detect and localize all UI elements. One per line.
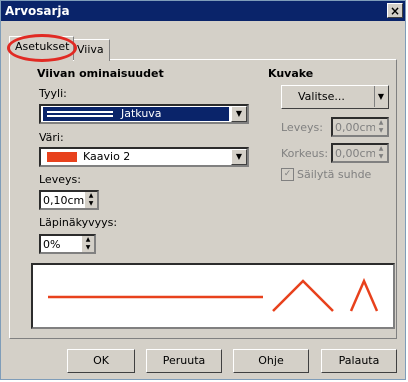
style-label: Tyyli: [39, 87, 67, 100]
spinner-arrows-icon[interactable]: ▲ ▼ [375, 145, 387, 161]
transparency-value: 0% [43, 238, 61, 251]
title-bar: Arvosarja × [1, 1, 405, 21]
ok-button[interactable]: OK [67, 349, 135, 373]
color-selected-item: Kaavio 2 [43, 150, 229, 164]
color-value: Kaavio 2 [83, 150, 131, 163]
select-label: Valitse... [298, 90, 345, 103]
keep-ratio-label: Säilytä suhde [297, 168, 372, 181]
color-label: Väri: [39, 131, 64, 144]
cancel-button[interactable]: Peruuta [146, 349, 222, 373]
icon-height-spinner[interactable]: 0,00cm ▲ ▼ [331, 143, 389, 163]
icon-height-value: 0,00cm [335, 147, 377, 160]
dialog-window: Arvosarja × Viiva Asetukset Viivan omina… [0, 0, 406, 380]
transparency-spinner[interactable]: 0% ▲ ▼ [39, 234, 96, 254]
spinner-arrows-icon[interactable]: ▲ ▼ [85, 192, 97, 208]
color-select[interactable]: Kaavio 2 ▼ [39, 147, 249, 167]
width-value: 0,10cm [43, 194, 85, 207]
icon-width-value: 0,00cm [335, 121, 377, 134]
select-icon-button[interactable]: Valitse... ▼ [281, 85, 389, 109]
keep-ratio-checkbox[interactable]: ✓ [281, 168, 294, 181]
style-select[interactable]: Jatkuva ▼ [39, 104, 249, 124]
line-properties-heading: Viivan ominaisuudet [37, 67, 164, 80]
icon-width-label: Leveys: [281, 121, 323, 134]
ok-label: OK [93, 354, 109, 367]
icon-heading: Kuvake [268, 67, 314, 80]
width-spinner[interactable]: 0,10cm ▲ ▼ [39, 190, 99, 210]
width-label: Leveys: [39, 173, 81, 186]
spinner-arrows-icon[interactable]: ▲ ▼ [375, 119, 387, 135]
chevron-down-icon[interactable]: ▼ [231, 149, 247, 165]
color-swatch [47, 152, 77, 162]
line-style-icon [47, 111, 113, 117]
dialog-title: Arvosarja [5, 4, 70, 18]
icon-height-label: Korkeus: [281, 147, 329, 160]
reset-button[interactable]: Palauta [321, 349, 397, 373]
spinner-arrows-icon[interactable]: ▲ ▼ [82, 236, 94, 252]
icon-width-spinner[interactable]: 0,00cm ▲ ▼ [331, 117, 389, 137]
chevron-down-icon[interactable]: ▼ [373, 86, 384, 107]
line-preview [31, 263, 395, 329]
style-value: Jatkuva [121, 107, 162, 120]
transparency-label: Läpinäkyvyys: [39, 216, 118, 229]
reset-label: Palauta [338, 354, 380, 367]
style-selected-item: Jatkuva [43, 107, 229, 121]
line-preview-graphic [48, 277, 379, 312]
cancel-label: Peruuta [162, 354, 206, 367]
help-button[interactable]: Ohje [233, 349, 309, 373]
highlight-oval [7, 34, 77, 62]
close-icon[interactable]: × [387, 3, 403, 18]
chevron-down-icon[interactable]: ▼ [231, 106, 247, 122]
help-label: Ohje [258, 354, 284, 367]
tab-label: Viiva [77, 43, 104, 56]
tab-viiva[interactable]: Viiva [73, 39, 110, 61]
